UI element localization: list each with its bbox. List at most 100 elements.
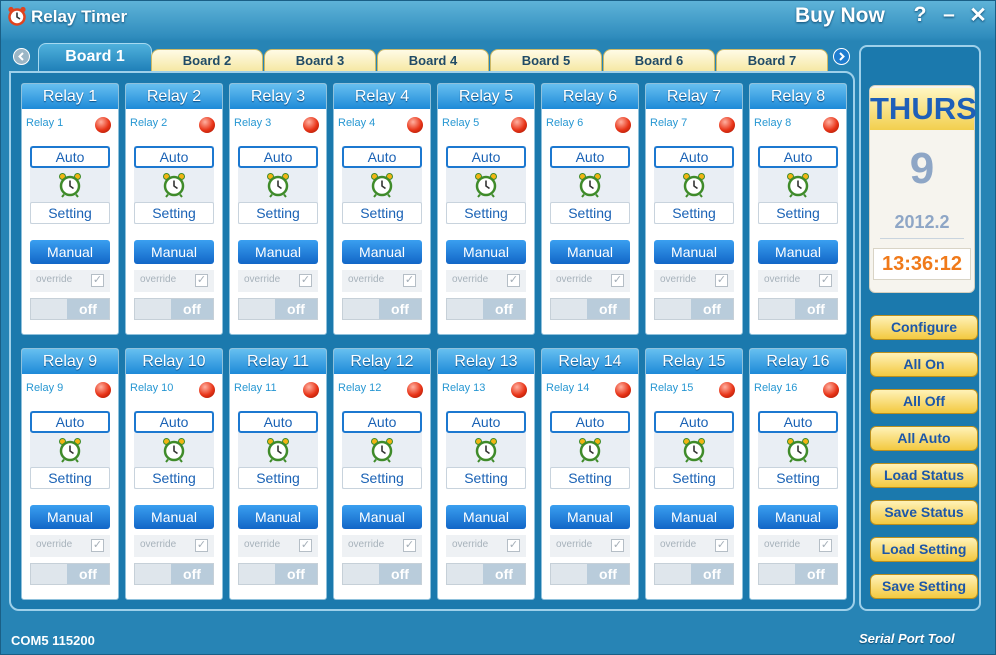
override-checkbox[interactable]: ✓ <box>611 274 624 287</box>
manual-button[interactable]: Manual <box>446 505 526 529</box>
tab-board-6[interactable]: Board 6 <box>603 49 715 71</box>
relay-on-off-toggle[interactable]: off <box>654 298 734 320</box>
alarm-clock-icon[interactable] <box>162 172 186 203</box>
relay-on-off-toggle[interactable]: off <box>550 298 630 320</box>
override-checkbox[interactable]: ✓ <box>507 274 520 287</box>
auto-button[interactable]: Auto <box>446 146 526 168</box>
auto-button[interactable]: Auto <box>654 411 734 433</box>
auto-button[interactable]: Auto <box>134 411 214 433</box>
relay-on-off-toggle[interactable]: off <box>238 298 318 320</box>
help-button[interactable]: ? <box>909 3 931 27</box>
setting-button[interactable]: Setting <box>550 467 630 489</box>
manual-button[interactable]: Manual <box>758 505 838 529</box>
minimize-button[interactable]: – <box>938 3 960 27</box>
all-off-button[interactable]: All Off <box>870 389 978 414</box>
manual-button[interactable]: Manual <box>238 505 318 529</box>
setting-button[interactable]: Setting <box>654 202 734 224</box>
tab-scroll-left-button[interactable] <box>13 48 30 65</box>
override-checkbox[interactable]: ✓ <box>91 274 104 287</box>
alarm-clock-icon[interactable] <box>786 172 810 203</box>
auto-button[interactable]: Auto <box>342 146 422 168</box>
override-checkbox[interactable]: ✓ <box>819 539 832 552</box>
override-checkbox[interactable]: ✓ <box>611 539 624 552</box>
relay-on-off-toggle[interactable]: off <box>446 563 526 585</box>
setting-button[interactable]: Setting <box>342 467 422 489</box>
setting-button[interactable]: Setting <box>342 202 422 224</box>
manual-button[interactable]: Manual <box>446 240 526 264</box>
setting-button[interactable]: Setting <box>654 467 734 489</box>
override-checkbox[interactable]: ✓ <box>299 539 312 552</box>
manual-button[interactable]: Manual <box>550 505 630 529</box>
setting-button[interactable]: Setting <box>30 467 110 489</box>
override-checkbox[interactable]: ✓ <box>403 274 416 287</box>
auto-button[interactable]: Auto <box>134 146 214 168</box>
buy-now-link[interactable]: Buy Now <box>795 4 885 28</box>
alarm-clock-icon[interactable] <box>786 437 810 468</box>
auto-button[interactable]: Auto <box>238 411 318 433</box>
alarm-clock-icon[interactable] <box>370 172 394 203</box>
relay-on-off-toggle[interactable]: off <box>446 298 526 320</box>
tab-board-1[interactable]: Board 1 <box>38 43 152 71</box>
alarm-clock-icon[interactable] <box>370 437 394 468</box>
setting-button[interactable]: Setting <box>446 467 526 489</box>
tab-board-2[interactable]: Board 2 <box>151 49 263 71</box>
relay-on-off-toggle[interactable]: off <box>342 563 422 585</box>
save-status-button[interactable]: Save Status <box>870 500 978 525</box>
override-checkbox[interactable]: ✓ <box>715 539 728 552</box>
manual-button[interactable]: Manual <box>30 505 110 529</box>
manual-button[interactable]: Manual <box>758 240 838 264</box>
auto-button[interactable]: Auto <box>238 146 318 168</box>
setting-button[interactable]: Setting <box>758 202 838 224</box>
setting-button[interactable]: Setting <box>758 467 838 489</box>
setting-button[interactable]: Setting <box>238 202 318 224</box>
tab-board-3[interactable]: Board 3 <box>264 49 376 71</box>
relay-on-off-toggle[interactable]: off <box>30 298 110 320</box>
setting-button[interactable]: Setting <box>238 467 318 489</box>
alarm-clock-icon[interactable] <box>58 172 82 203</box>
tab-board-5[interactable]: Board 5 <box>490 49 602 71</box>
auto-button[interactable]: Auto <box>550 146 630 168</box>
relay-on-off-toggle[interactable]: off <box>342 298 422 320</box>
configure-button[interactable]: Configure <box>870 315 978 340</box>
relay-on-off-toggle[interactable]: off <box>758 563 838 585</box>
auto-button[interactable]: Auto <box>758 411 838 433</box>
setting-button[interactable]: Setting <box>134 467 214 489</box>
relay-on-off-toggle[interactable]: off <box>134 563 214 585</box>
relay-on-off-toggle[interactable]: off <box>238 563 318 585</box>
relay-on-off-toggle[interactable]: off <box>30 563 110 585</box>
alarm-clock-icon[interactable] <box>58 437 82 468</box>
manual-button[interactable]: Manual <box>654 240 734 264</box>
auto-button[interactable]: Auto <box>446 411 526 433</box>
load-status-button[interactable]: Load Status <box>870 463 978 488</box>
alarm-clock-icon[interactable] <box>474 437 498 468</box>
alarm-clock-icon[interactable] <box>682 172 706 203</box>
auto-button[interactable]: Auto <box>342 411 422 433</box>
all-auto-button[interactable]: All Auto <box>870 426 978 451</box>
setting-button[interactable]: Setting <box>446 202 526 224</box>
override-checkbox[interactable]: ✓ <box>403 539 416 552</box>
override-checkbox[interactable]: ✓ <box>819 274 832 287</box>
tab-scroll-right-button[interactable] <box>833 48 850 65</box>
alarm-clock-icon[interactable] <box>162 437 186 468</box>
relay-on-off-toggle[interactable]: off <box>134 298 214 320</box>
alarm-clock-icon[interactable] <box>474 172 498 203</box>
manual-button[interactable]: Manual <box>550 240 630 264</box>
override-checkbox[interactable]: ✓ <box>195 274 208 287</box>
auto-button[interactable]: Auto <box>30 146 110 168</box>
override-checkbox[interactable]: ✓ <box>715 274 728 287</box>
manual-button[interactable]: Manual <box>134 505 214 529</box>
relay-on-off-toggle[interactable]: off <box>758 298 838 320</box>
override-checkbox[interactable]: ✓ <box>507 539 520 552</box>
auto-button[interactable]: Auto <box>654 146 734 168</box>
alarm-clock-icon[interactable] <box>266 172 290 203</box>
override-checkbox[interactable]: ✓ <box>195 539 208 552</box>
load-setting-button[interactable]: Load Setting <box>870 537 978 562</box>
auto-button[interactable]: Auto <box>550 411 630 433</box>
alarm-clock-icon[interactable] <box>266 437 290 468</box>
setting-button[interactable]: Setting <box>134 202 214 224</box>
relay-on-off-toggle[interactable]: off <box>654 563 734 585</box>
override-checkbox[interactable]: ✓ <box>299 274 312 287</box>
setting-button[interactable]: Setting <box>550 202 630 224</box>
manual-button[interactable]: Manual <box>30 240 110 264</box>
alarm-clock-icon[interactable] <box>578 172 602 203</box>
